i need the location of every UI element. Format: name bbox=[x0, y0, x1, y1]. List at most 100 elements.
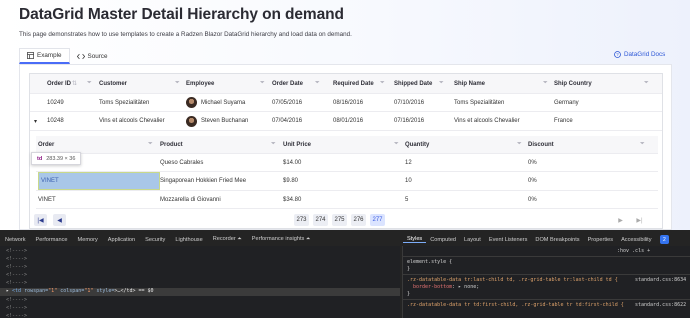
col-order-id[interactable]: Order ID bbox=[47, 74, 71, 93]
col-order[interactable]: Order bbox=[38, 136, 54, 153]
code-line[interactable]: <!----> bbox=[6, 248, 27, 254]
styles-tab[interactable]: Accessibility bbox=[617, 237, 655, 243]
code-attr: style= bbox=[96, 288, 115, 294]
css-prop: border-bottom bbox=[413, 284, 453, 290]
col-shipped-date[interactable]: Shipped Date bbox=[394, 74, 432, 93]
styles-tab[interactable]: DOM Breakpoints bbox=[531, 237, 583, 243]
expand-toggle-icon[interactable]: ▾ bbox=[34, 112, 37, 130]
css-selector: .rz-datatable-data tr td:first-child, .r… bbox=[407, 302, 624, 308]
code-line[interactable]: <!----> bbox=[6, 272, 27, 278]
col-unit-price[interactable]: Unit Price bbox=[283, 136, 311, 153]
styles-tab[interactable]: Properties bbox=[584, 237, 618, 243]
styles-tab[interactable]: Event Listeners bbox=[485, 237, 532, 243]
styles-tab[interactable]: Styles bbox=[403, 236, 427, 243]
filter-hint[interactable]: :hov .cls + bbox=[617, 248, 650, 254]
filter-icon[interactable]: ⏷ bbox=[380, 74, 385, 93]
filter-icon[interactable]: ⏷ bbox=[260, 74, 265, 93]
page-button[interactable]: 274 bbox=[313, 214, 328, 226]
detail-row[interactable]: VINET Singaporean Hokkien Fried Mee $9.8… bbox=[36, 172, 658, 191]
css-rule[interactable]: .rz-datatable-data tr td:first-child, .r… bbox=[407, 302, 624, 308]
page-button[interactable]: 276 bbox=[351, 214, 366, 226]
table-row[interactable]: 10249 Toms Spezialitäten Michael Suyama … bbox=[30, 94, 662, 112]
next-page-button[interactable]: ▶ bbox=[614, 214, 627, 226]
page-button-current[interactable]: 277 bbox=[370, 214, 385, 226]
col-quantity[interactable]: Quantity bbox=[405, 136, 429, 153]
styles-tab[interactable]: Layout bbox=[460, 237, 485, 243]
expand-arrow-icon[interactable]: ▸ bbox=[6, 288, 9, 294]
devtools-panel: Network Performance Memory Application S… bbox=[0, 230, 690, 318]
code-val: "1" bbox=[84, 288, 94, 294]
cell-customer: Toms Spezialitäten bbox=[99, 99, 150, 106]
devtools-tab[interactable]: Application bbox=[103, 237, 140, 243]
col-ship-name[interactable]: Ship Name bbox=[454, 74, 485, 93]
filter-icon[interactable]: ⏷ bbox=[87, 74, 92, 93]
tab-bar: Example Source bbox=[19, 48, 114, 64]
filter-icon[interactable]: ⏷ bbox=[394, 136, 399, 153]
page-button[interactable]: 275 bbox=[332, 214, 347, 226]
devtools-tab[interactable]: Lighthouse bbox=[170, 237, 207, 243]
rule-close: } bbox=[407, 266, 411, 272]
tab-source[interactable]: Source bbox=[70, 48, 115, 64]
col-required-date[interactable]: Required Date bbox=[333, 74, 374, 93]
first-page-button[interactable]: |◀ bbox=[34, 214, 47, 226]
css-declaration[interactable]: border-bottom: ▸ none; bbox=[413, 284, 479, 290]
styles-tab[interactable]: Computed bbox=[426, 237, 460, 243]
last-page-button[interactable]: ▶| bbox=[633, 214, 646, 226]
code-line[interactable]: <!----> bbox=[6, 280, 27, 286]
devtools-tab[interactable]: Performance bbox=[31, 237, 73, 243]
element-style-rule[interactable]: element.style { bbox=[407, 259, 452, 265]
cell-unit-price: $9.80 bbox=[283, 178, 299, 184]
col-customer[interactable]: Customer bbox=[99, 74, 127, 93]
styles-filter-bar[interactable]: :hov .cls + bbox=[403, 246, 690, 257]
devtools-tab[interactable]: Network bbox=[0, 237, 31, 243]
col-employee[interactable]: Employee bbox=[186, 74, 214, 93]
page-description: This page demonstrates how to use templa… bbox=[19, 31, 352, 38]
devtools-tab[interactable]: Security bbox=[140, 237, 170, 243]
cell-employee: Steven Buchanan bbox=[186, 112, 248, 130]
cell-quantity: 5 bbox=[405, 196, 409, 203]
code-line[interactable]: <!----> bbox=[6, 264, 27, 270]
cell-product: Mozzarella di Giovanni bbox=[160, 196, 221, 203]
filter-icon[interactable]: ⏷ bbox=[148, 136, 153, 153]
col-order-date[interactable]: Order Date bbox=[272, 74, 303, 93]
sort-icon[interactable]: ⇅ bbox=[72, 74, 77, 93]
code-line[interactable]: <!----> bbox=[6, 313, 27, 318]
filter-icon[interactable]: ⏷ bbox=[644, 74, 649, 93]
tab-example[interactable]: Example bbox=[19, 48, 70, 64]
filter-icon[interactable]: ⏷ bbox=[640, 136, 645, 153]
selected-code-line[interactable]: ▸ <td rowspan="1" colspan="1" style=>…</… bbox=[0, 288, 400, 296]
devtools-tab[interactable]: Memory bbox=[73, 237, 103, 243]
filter-icon[interactable]: ⏷ bbox=[543, 74, 548, 93]
filter-icon[interactable]: ⏷ bbox=[175, 74, 180, 93]
css-source-link[interactable]: standard.css:8622 bbox=[635, 302, 686, 308]
col-product[interactable]: Product bbox=[160, 136, 183, 153]
filter-icon[interactable]: ⏷ bbox=[271, 136, 276, 153]
devtools-tab[interactable]: Performance insights ⏶ bbox=[247, 236, 316, 243]
detail-row[interactable]: VINET Mozzarella di Giovanni $34.80 5 0% bbox=[36, 191, 658, 209]
prev-page-button[interactable]: ◀ bbox=[53, 214, 66, 226]
code-line[interactable]: <!----> bbox=[6, 256, 27, 262]
cell-unit-price: $14.00 bbox=[283, 159, 302, 166]
cell-shipped-date: 07/16/2016 bbox=[394, 118, 425, 124]
cell-product: Singaporean Hokkien Fried Mee bbox=[160, 178, 247, 184]
filter-icon[interactable]: ⏷ bbox=[315, 74, 320, 93]
cell-discount: 0% bbox=[528, 178, 537, 184]
rule-close: } bbox=[407, 291, 411, 297]
code-line[interactable]: <!----> bbox=[6, 305, 27, 311]
code-line[interactable]: <!----> bbox=[6, 297, 27, 303]
detail-row[interactable]: VINET Queso Cabrales $14.00 12 0% bbox=[36, 154, 658, 172]
filter-icon[interactable]: ⏷ bbox=[517, 136, 522, 153]
detail-grid: Order ⏷ Product ⏷ Unit Price ⏷ Quantity … bbox=[36, 136, 658, 210]
filter-icon[interactable]: ⏷ bbox=[439, 74, 444, 93]
code-attr: rowspan= bbox=[24, 288, 49, 294]
cell-order-id: 10249 bbox=[47, 99, 64, 106]
col-ship-country[interactable]: Ship Country bbox=[554, 74, 592, 93]
page-button[interactable]: 273 bbox=[294, 214, 309, 226]
devtools-tab[interactable]: Recorder ⏶ bbox=[208, 236, 247, 243]
col-discount[interactable]: Discount bbox=[528, 136, 554, 153]
docs-link[interactable]: ? DataGrid Docs bbox=[614, 51, 665, 58]
css-source-link[interactable]: standard.css:8634 bbox=[635, 277, 686, 283]
table-row[interactable]: ▾ 10248 Vins et alcools Chevalier Steven… bbox=[30, 112, 662, 131]
cell-unit-price: $34.80 bbox=[283, 196, 302, 203]
docs-link-label: DataGrid Docs bbox=[624, 51, 666, 58]
